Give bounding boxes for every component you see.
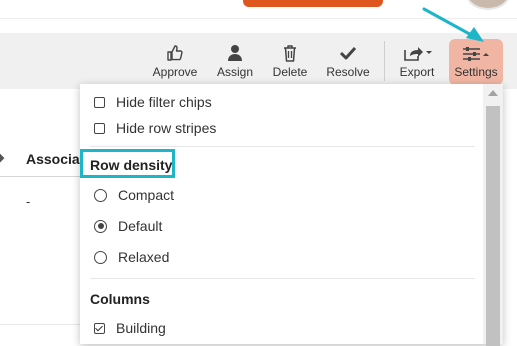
header-divider xyxy=(0,176,80,177)
sliders-icon xyxy=(463,46,489,61)
density-relaxed-option[interactable]: Relaxed xyxy=(94,249,169,265)
assign-button[interactable]: Assign xyxy=(211,33,259,89)
hide-row-stripes-option[interactable]: Hide row stripes xyxy=(94,120,216,136)
primary-action-button[interactable] xyxy=(243,0,383,7)
delete-label: Delete xyxy=(272,64,308,79)
radio-button[interactable] xyxy=(94,188,107,202)
radio-button-selected[interactable] xyxy=(94,219,107,233)
resolve-label: Resolve xyxy=(326,64,370,79)
delete-button[interactable]: Delete xyxy=(268,33,312,89)
option-label: Compact xyxy=(118,187,175,203)
menu-divider xyxy=(90,146,475,147)
resolve-button[interactable]: Resolve xyxy=(322,33,374,89)
user-icon xyxy=(228,44,242,61)
action-toolbar: Approve Assign Delete Resolve Export Set… xyxy=(0,33,517,89)
checkbox[interactable] xyxy=(94,96,105,108)
export-label: Export xyxy=(399,64,435,79)
share-icon xyxy=(404,46,432,61)
top-bar xyxy=(0,0,517,18)
radio-button[interactable] xyxy=(94,250,107,264)
settings-label: Settings xyxy=(454,64,498,79)
sort-icon[interactable]: ◆ xyxy=(0,151,4,164)
avatar[interactable] xyxy=(466,0,510,10)
option-label: Relaxed xyxy=(118,249,170,265)
option-label: Hide filter chips xyxy=(116,94,212,110)
approve-label: Approve xyxy=(152,64,198,79)
settings-button[interactable]: Settings xyxy=(449,39,503,85)
columns-title: Columns xyxy=(90,291,150,307)
density-compact-option[interactable]: Compact xyxy=(94,187,174,203)
toolbar-divider xyxy=(384,41,385,81)
assign-label: Assign xyxy=(216,64,254,79)
option-label: Default xyxy=(118,218,163,234)
row-divider xyxy=(0,324,80,325)
scroll-up-icon[interactable] xyxy=(488,90,498,96)
top-divider xyxy=(0,18,517,19)
scroll-thumb[interactable] xyxy=(486,106,500,346)
column-building-option[interactable]: Building xyxy=(94,320,166,336)
density-default-option[interactable]: Default xyxy=(94,218,162,234)
approve-button[interactable]: Approve xyxy=(150,33,200,89)
hide-filter-chips-option[interactable]: Hide filter chips xyxy=(94,94,212,110)
option-label: Building xyxy=(116,320,166,336)
column-header[interactable]: Associat xyxy=(26,151,84,167)
option-label: Hide row stripes xyxy=(116,120,217,136)
menu-divider xyxy=(90,278,475,279)
checkmark-icon xyxy=(339,46,357,59)
checkbox-checked[interactable] xyxy=(94,322,105,334)
checkbox[interactable] xyxy=(94,122,105,134)
settings-dropdown: Hide filter chips Hide row stripes Row d… xyxy=(80,84,503,346)
export-button[interactable]: Export xyxy=(394,33,440,89)
trash-icon xyxy=(284,44,296,62)
highlight-box xyxy=(80,149,175,178)
thumbs-up-icon xyxy=(167,44,183,61)
table-cell: - xyxy=(26,194,31,209)
scrollbar[interactable] xyxy=(483,84,503,346)
